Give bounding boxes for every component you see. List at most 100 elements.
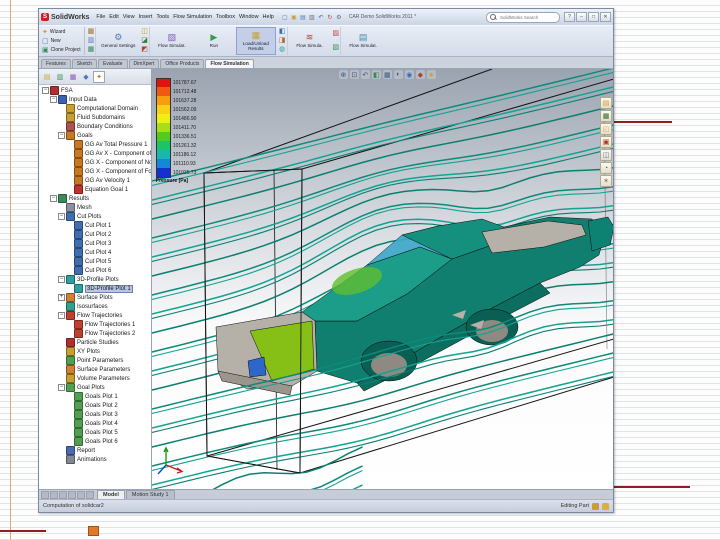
undo-icon[interactable]: ↶ [317, 13, 325, 21]
graphics-viewport[interactable]: 101787.67 101712.48 101637.28 101562.09 1014… [151, 69, 613, 489]
menu-edit[interactable]: Edit [107, 13, 120, 21]
tree-expander[interactable]: − [58, 213, 65, 220]
flow-simulation-solve-button[interactable]: ▧ Flow Simulat. [152, 27, 192, 55]
search-input[interactable] [498, 13, 556, 21]
tree-item-goals-plot-5[interactable]: Goals Plot 5 [39, 428, 151, 437]
rebuild-icon[interactable]: ↻ [326, 13, 334, 21]
tree-item-flow-trajectories-1[interactable]: Flow Trajectories 1 [39, 320, 151, 329]
zoom-area-icon[interactable]: ⊡ [349, 70, 359, 79]
tab-scroll-cell[interactable] [86, 490, 94, 499]
flow-trajectories-button[interactable]: ≋ Flow Simula. [290, 27, 330, 55]
tab-features[interactable]: Features [41, 59, 71, 68]
tree-item-3d-profile-plot-1[interactable]: 3D-Profile Plot 1 [39, 284, 151, 293]
general-settings-button[interactable]: ⚙ General Settings [98, 27, 138, 55]
tree-item-gg-x-component-of-normal-force-1[interactable]: GG X - Component of Normal Force 1 [39, 158, 151, 167]
tree-item-flow-trajectories[interactable]: − Flow Trajectories [39, 311, 151, 320]
cut-plot-small-icon[interactable]: ◧ [279, 28, 286, 36]
print-icon[interactable]: ▥ [308, 13, 316, 21]
tab-scroll-cell[interactable] [50, 490, 58, 499]
zoom-fit-icon[interactable]: ⊕ [338, 70, 348, 79]
unload-results-icon[interactable]: ▣ [600, 136, 612, 148]
tree-item-xy-plots[interactable]: XY Plots [39, 347, 151, 356]
display-parameters-icon[interactable]: ◫ [600, 149, 612, 161]
view-3d-icon[interactable]: ◔ [600, 162, 612, 174]
featuremanager-tab-icon[interactable]: ▤ [41, 71, 53, 83]
tree-item-fsa[interactable]: − FSA [39, 86, 151, 95]
run-button[interactable]: ▶ Run [194, 27, 234, 55]
minimize-button[interactable]: – [576, 12, 587, 22]
tab-evaluate[interactable]: Evaluate [98, 59, 128, 68]
tree-item-particle-studies[interactable]: Particle Studies [39, 338, 151, 347]
tree-expander[interactable]: − [58, 312, 65, 319]
load-results-icon[interactable]: ◰ [600, 123, 612, 135]
tree-item-surface-parameters[interactable]: Surface Parameters [39, 365, 151, 374]
load-unload-results-button[interactable]: ▦ Load/Unload Results [235, 27, 276, 55]
menu-help[interactable]: Help [261, 13, 276, 21]
section-view-icon[interactable]: ◧ [371, 70, 381, 79]
goal-plot-small-icon[interactable]: ▧ [333, 44, 340, 52]
menu-view[interactable]: View [121, 13, 137, 21]
tree-item-gg-av-x-component-of-velocity-1[interactable]: GG Av X - Component of Velocity 1 [39, 149, 151, 158]
new-button[interactable]: ▢ New [41, 37, 82, 45]
isosurface-small-icon[interactable]: ◍ [279, 46, 286, 54]
goals-small-icon[interactable]: ◩ [141, 46, 148, 54]
tab-scroll-cell[interactable] [77, 490, 85, 499]
save-icon[interactable]: ▤ [299, 13, 307, 21]
new-document-icon[interactable]: ▢ [281, 13, 289, 21]
tab-sketch[interactable]: Sketch [71, 59, 98, 68]
tree-expander[interactable]: − [58, 384, 65, 391]
wizard-button[interactable]: ✦ Wizard [41, 28, 82, 36]
tree-item-cut-plot-6[interactable]: Cut Plot 6 [39, 266, 151, 275]
tree-item-volume-parameters[interactable]: Volume Parameters [39, 374, 151, 383]
calculation-control-icon[interactable]: ▦ [88, 46, 95, 54]
propertymanager-tab-icon[interactable]: ▥ [54, 71, 66, 83]
tab-office-products[interactable]: Office Products [160, 59, 205, 68]
results-summary-icon[interactable]: ▤ [600, 97, 612, 109]
tree-item-3d-profile-plots[interactable]: − 3D-Profile Plots [39, 275, 151, 284]
help-button[interactable]: ? [564, 12, 575, 22]
menu-window[interactable]: Window [237, 13, 261, 21]
tab-dimxpert[interactable]: DimXpert [128, 59, 160, 68]
project-settings-icon[interactable]: ▩ [88, 28, 95, 36]
notebook-icon[interactable]: ▦ [600, 110, 612, 122]
close-button[interactable]: ✕ [600, 12, 611, 22]
tree-item-goals-plot-3[interactable]: Goals Plot 3 [39, 410, 151, 419]
menu-toolbox[interactable]: Toolbox [214, 13, 237, 21]
search-box[interactable] [486, 11, 560, 23]
surface-plot-small-icon[interactable]: ◨ [279, 37, 286, 45]
tree-item-goals-plot-6[interactable]: Goals Plot 6 [39, 437, 151, 446]
favorites-icon[interactable]: ✶ [600, 175, 612, 187]
tree-item-goals-plot-4[interactable]: Goals Plot 4 [39, 419, 151, 428]
tree-item-isosurfaces[interactable]: Isosurfaces [39, 302, 151, 311]
menu-flow-simulation[interactable]: Flow Simulation [171, 13, 214, 21]
tree-item-fluid-subdomains[interactable]: Fluid Subdomains [39, 113, 151, 122]
tree-item-cut-plot-2[interactable]: Cut Plot 2 [39, 230, 151, 239]
tree-expander[interactable]: + [58, 294, 65, 301]
tab-scroll-cell[interactable] [68, 490, 76, 499]
tab-scroll-cell[interactable] [41, 490, 49, 499]
tree-item-gg-av-total-pressure-1[interactable]: GG Av Total Pressure 1 [39, 140, 151, 149]
tree-item-computational-domain[interactable]: Computational Domain [39, 104, 151, 113]
tree-item-goals[interactable]: − Goals [39, 131, 151, 140]
menu-tools[interactable]: Tools [154, 13, 171, 21]
appearance-icon[interactable]: ◆ [415, 70, 425, 79]
tab-motion-study-1[interactable]: Motion Study 1 [125, 490, 175, 499]
tree-item-cut-plot-4[interactable]: Cut Plot 4 [39, 248, 151, 257]
xy-plot-small-icon[interactable]: ▨ [333, 30, 340, 38]
tree-item-mesh[interactable]: Mesh [39, 203, 151, 212]
tree-item-goals-plot-1[interactable]: Goals Plot 1 [39, 392, 151, 401]
previous-view-icon[interactable]: ↶ [360, 70, 370, 79]
tree-item-goals-plot-2[interactable]: Goals Plot 2 [39, 401, 151, 410]
tree-item-point-parameters[interactable]: Point Parameters [39, 356, 151, 365]
tree-item-cut-plot-3[interactable]: Cut Plot 3 [39, 239, 151, 248]
tree-item-cut-plot-5[interactable]: Cut Plot 5 [39, 257, 151, 266]
tree-item-animations[interactable]: Animations [39, 455, 151, 464]
tree-item-goal-plots[interactable]: − Goal Plots [39, 383, 151, 392]
tree-expander[interactable]: − [42, 87, 49, 94]
options-icon[interactable]: ⚙ [335, 13, 343, 21]
tree-item-cut-plot-1[interactable]: Cut Plot 1 [39, 221, 151, 230]
menu-insert[interactable]: Insert [137, 13, 155, 21]
units-icon[interactable]: ▥ [88, 37, 95, 45]
tab-scroll-cell[interactable] [59, 490, 67, 499]
flow-simulation-analysis-tab-icon[interactable]: ✦ [93, 70, 105, 83]
